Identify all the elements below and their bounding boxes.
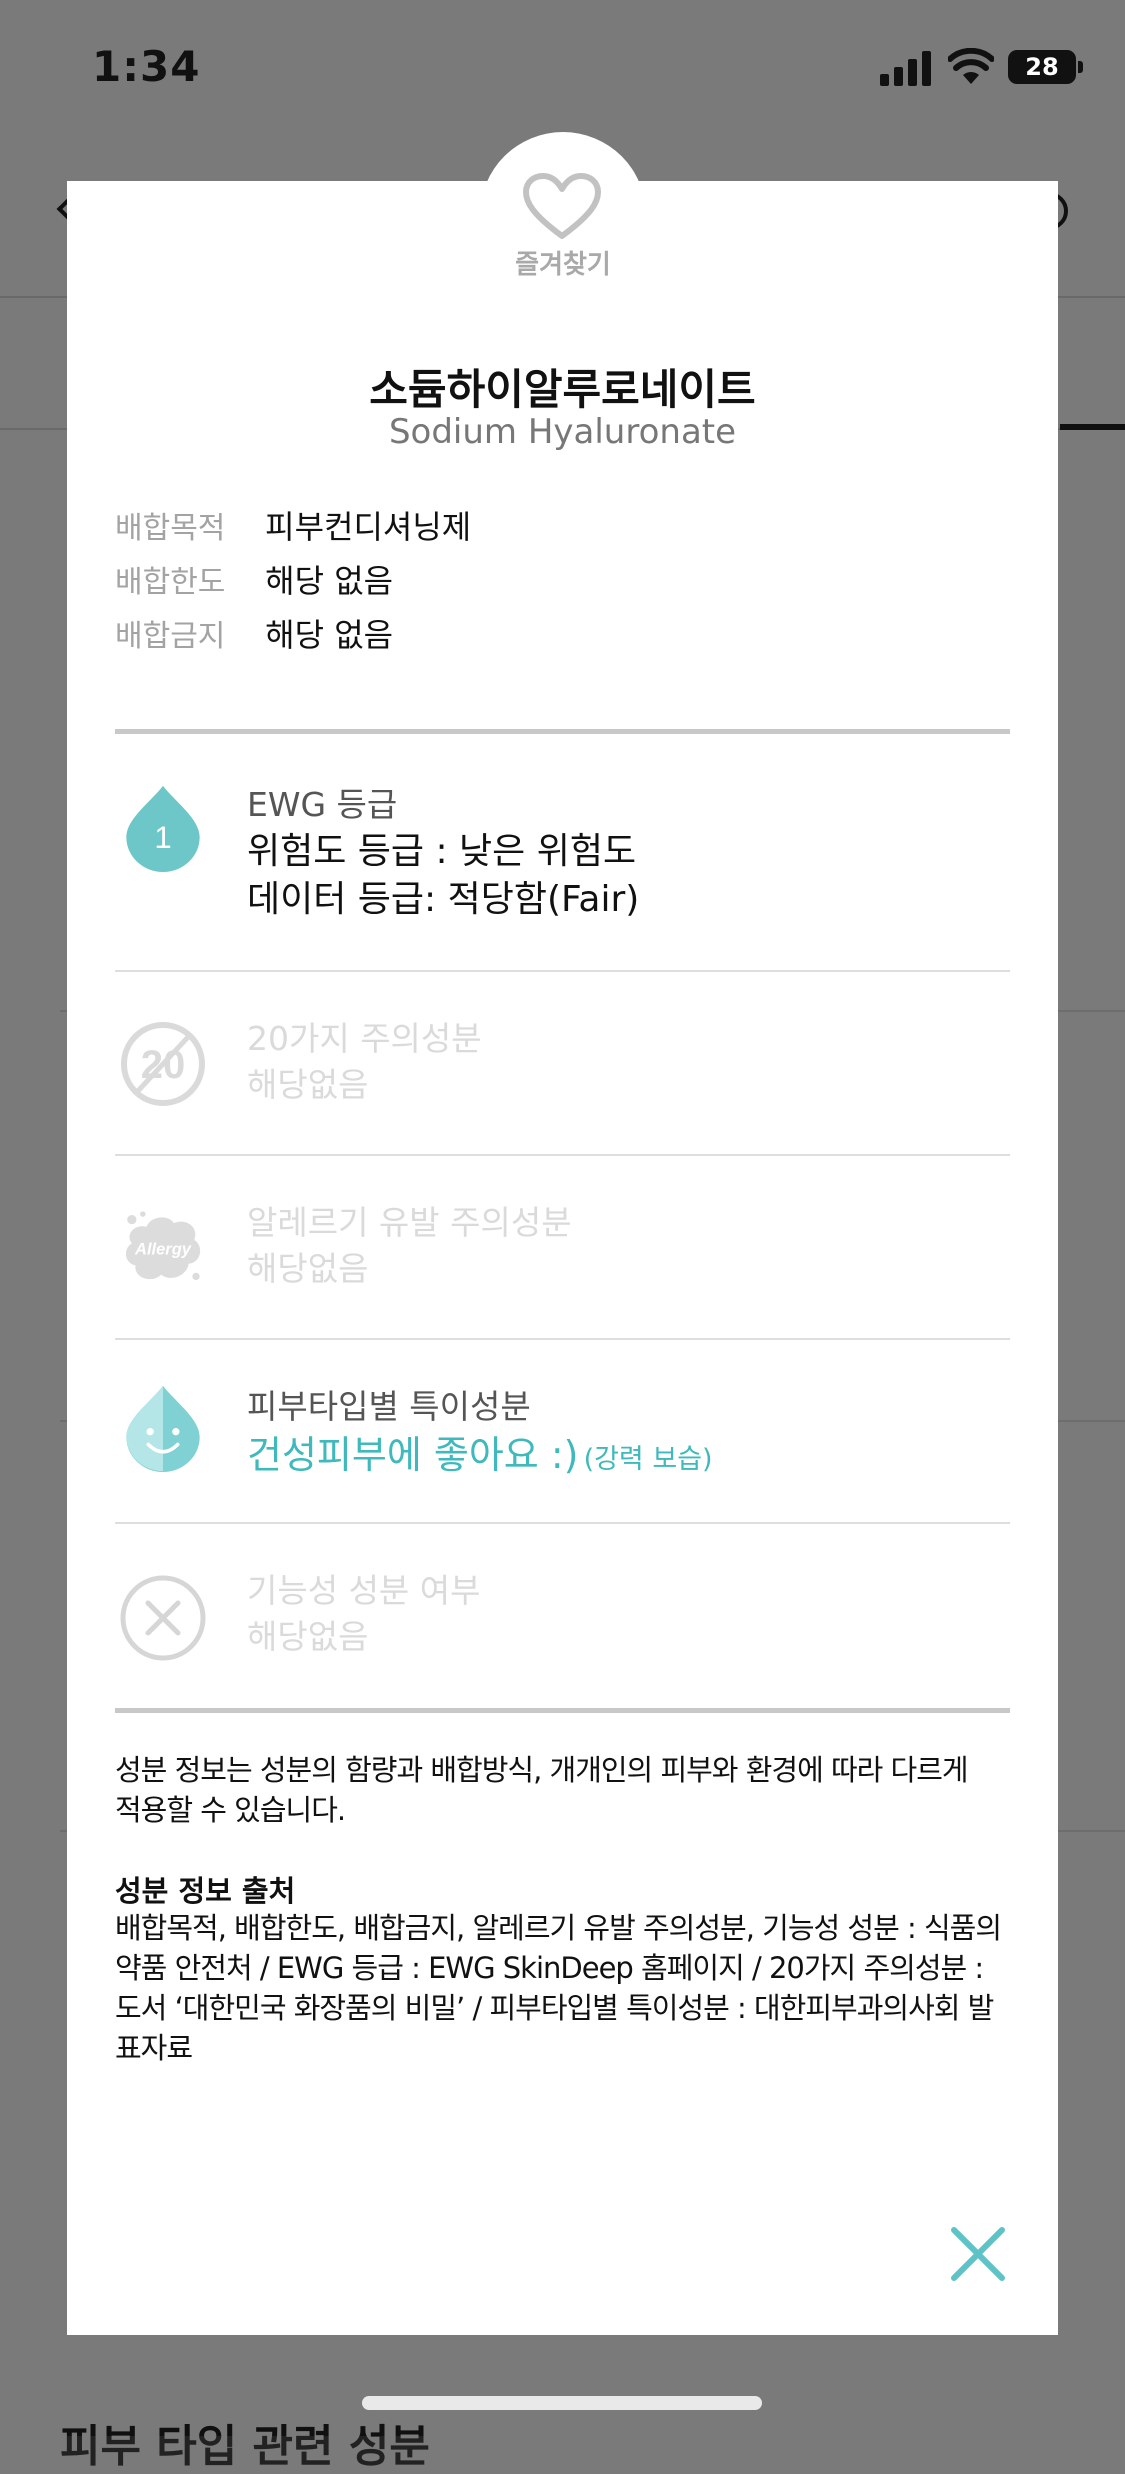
skin-type-note: (강력 보습) <box>583 1444 713 1475</box>
allergy-section: 알레르기 유발 주의성분 해당없음 <box>247 1200 572 1292</box>
allergy-value: 해당없음 <box>247 1249 369 1288</box>
property-value: 해당 없음 <box>265 616 394 654</box>
caution-20-icon: 20 <box>121 1022 205 1106</box>
ingredient-name-en: Sodium Hyaluronate <box>388 412 737 452</box>
happy-drop-icon <box>126 1385 200 1472</box>
allergy-icon: Allergy <box>125 1211 201 1281</box>
property-value: 해당 없음 <box>265 562 394 600</box>
section-divider <box>115 1708 1010 1713</box>
disclaimer-note: 성분 정보는 성분의 함량과 배합방식, 개개인의 피부와 환경에 따라 다르게… <box>115 1753 969 1827</box>
skin-type-title: 피부타입별 특이성분 <box>247 1387 531 1426</box>
caution-20-value: 해당없음 <box>247 1065 369 1104</box>
close-icon[interactable] <box>950 2226 1006 2282</box>
skin-type-result: 건성피부에 좋아요 :) <box>247 1433 579 1477</box>
functional-section: 기능성 성분 여부 해당없음 <box>247 1568 481 1660</box>
row-divider <box>115 1338 1010 1340</box>
favorite-label[interactable]: 즐겨찾기 <box>483 244 643 281</box>
wifi-icon <box>948 48 994 84</box>
battery-icon: 28 <box>1008 50 1076 84</box>
property-row: 배합금지 해당 없음 <box>115 610 393 656</box>
ewg-grade-number: 1 <box>154 820 171 855</box>
caution-20-title: 20가지 주의성분 <box>247 1019 482 1058</box>
skin-type-section: 피부타입별 특이성분 건성피부에 좋아요 :) (강력 보습) <box>247 1384 713 1488</box>
cellular-signal-icon <box>880 50 934 86</box>
ewg-data-grade: 데이터 등급: 적당함(Fair) <box>247 879 640 920</box>
property-label: 배합금지 <box>115 619 226 654</box>
source-body: 배합목적, 배합한도, 배합금지, 알레르기 유발 주의성분, 기능성 성분 :… <box>115 1911 1002 2065</box>
not-applicable-x-icon <box>120 1575 206 1661</box>
ewg-hazard: 위험도 등급 : 낮은 위험도 <box>247 831 637 872</box>
status-time: 1:34 <box>92 42 201 91</box>
property-label: 배합한도 <box>115 565 226 600</box>
heart-icon[interactable] <box>522 172 602 242</box>
property-label: 배합목적 <box>115 511 226 546</box>
functional-value: 해당없음 <box>247 1617 369 1656</box>
caution-20-section: 20가지 주의성분 해당없음 <box>247 1016 482 1108</box>
property-row: 배합한도 해당 없음 <box>115 556 393 602</box>
home-indicator[interactable] <box>362 2396 762 2410</box>
functional-title: 기능성 성분 여부 <box>247 1571 481 1610</box>
row-divider <box>115 1522 1010 1524</box>
ewg-title: EWG 등급 <box>247 785 398 824</box>
allergy-icon-text: Allergy <box>134 1240 192 1258</box>
ewg-section: EWG 등급 위험도 등급 : 낮은 위험도 데이터 등급: 적당함(Fair) <box>247 782 639 924</box>
allergy-title: 알레르기 유발 주의성분 <box>247 1203 572 1242</box>
property-value: 피부컨디셔닝제 <box>265 508 472 546</box>
section-divider <box>115 729 1010 734</box>
ingredient-name-ko: 소듐하이알루로네이트 <box>369 365 756 414</box>
row-divider <box>115 1154 1010 1156</box>
property-row: 배합목적 피부컨디셔닝제 <box>115 502 471 548</box>
battery-cap <box>1078 61 1083 73</box>
source-title: 성분 정보 출처 <box>115 1874 296 1908</box>
row-divider <box>115 970 1010 972</box>
ewg-drop-icon: 1 <box>126 785 200 872</box>
